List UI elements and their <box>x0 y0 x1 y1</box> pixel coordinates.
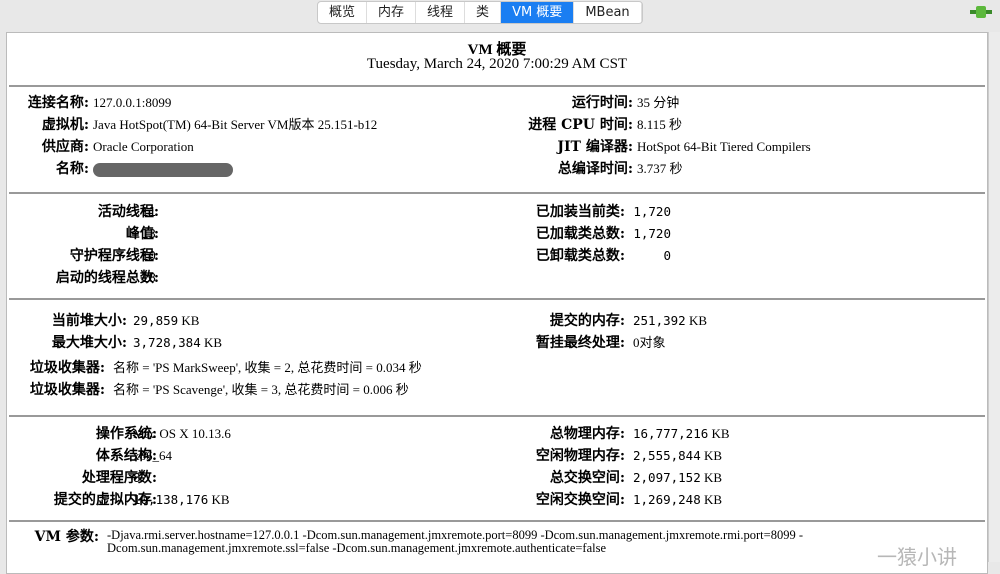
info-label: 空闲交换空间: <box>535 492 625 508</box>
info-label: 垃圾收集器: <box>29 360 105 376</box>
info-label: 垃圾收集器: <box>29 382 105 398</box>
tab-3[interactable]: 类 <box>465 2 502 23</box>
info-label: 总物理内存: <box>549 426 625 442</box>
watermark: 一猿小讲 <box>877 545 957 569</box>
tab-bar: 概览 内存 线程类 VM 概要 MBean <box>317 1 643 24</box>
info-label: 已卸载类总数: <box>535 248 625 264</box>
unit: KB <box>700 470 723 485</box>
tab-5[interactable]: MBean <box>574 2 642 23</box>
timestamp: Tuesday, March 24, 2020 7:00:29 AM CST <box>366 56 628 72</box>
info-value: 251,392 KB <box>633 313 707 328</box>
info-label: JIT 编译器: <box>557 139 633 155</box>
info-label: 已加载类总数: <box>535 226 625 242</box>
unit: KB <box>685 313 707 328</box>
info-value: 2,097,152 KB <box>633 470 723 485</box>
info-label: 暂挂最终处理: <box>535 335 625 351</box>
vm-summary-panel: VM 概要 Tuesday, March 24, 2020 7:00:29 AM… <box>6 32 988 574</box>
info-value: 1,720 <box>633 204 671 219</box>
divider <box>9 415 985 417</box>
tab-0[interactable]: 概览 <box>318 2 368 23</box>
info-label: 已加装当前类: <box>535 204 625 220</box>
info-label: 启动的线程总数: <box>55 270 159 286</box>
tab-1[interactable]: 内存 <box>367 2 417 23</box>
divider <box>9 85 985 87</box>
info-value: 名称 = 'PS Scavenge', 收集 = 3, 总花费时间 = 0.00… <box>113 382 409 397</box>
tab-4[interactable]: VM 概要 <box>501 2 575 23</box>
info-value: 名称 = 'PS MarkSweep', 收集 = 2, 总花费时间 = 0.0… <box>113 360 422 375</box>
vm-args-label: VM 参数: <box>34 529 99 545</box>
info-label: 运行时间: <box>571 95 633 111</box>
divider <box>9 298 985 300</box>
info-label: 总交换空间: <box>549 470 625 486</box>
info-value: 35 分钟 <box>637 95 680 110</box>
divider <box>9 192 985 194</box>
info-value: HotSpot 64-Bit Tiered Compilers <box>637 139 811 154</box>
info-value: 18 <box>141 270 157 285</box>
info-value: 0 <box>663 248 671 263</box>
unit: KB <box>708 426 730 441</box>
info-value: 2,555,844 KB <box>633 448 723 463</box>
info-value: 3.737 秒 <box>637 161 683 176</box>
info-value: 16,777,216 KB <box>633 426 730 441</box>
info-value: 1,269,248 KB <box>633 492 723 507</box>
scrollbar[interactable] <box>988 32 1000 562</box>
vm-args-value: -Djava.rmi.server.hostname=127.0.0.1 -Dc… <box>107 528 803 555</box>
connection-plug-icon[interactable] <box>970 6 992 18</box>
tab-2[interactable]: 线程 <box>416 2 466 23</box>
info-value: 8.115 秒 <box>637 117 683 132</box>
info-value: 0对象 <box>633 335 666 350</box>
info-label: 空闲物理内存: <box>535 448 625 464</box>
unit: KB <box>700 448 723 463</box>
info-label: 提交的内存: <box>549 313 625 329</box>
info-label: 进程 CPU 时间: <box>528 117 633 133</box>
unit: KB <box>700 492 723 507</box>
divider <box>9 520 985 522</box>
info-label: 总编译时间: <box>557 161 633 177</box>
info-value: 1,720 <box>633 226 671 241</box>
